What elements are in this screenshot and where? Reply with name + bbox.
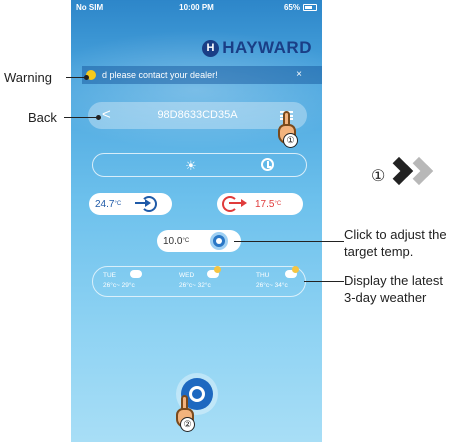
weather-annotation-line2: 3-day weather (344, 290, 427, 305)
inlet-temp-value: 24.7 (95, 198, 115, 210)
step-2-badge: ② (180, 417, 195, 432)
device-id: 98D8633CD35A (157, 109, 238, 121)
outlet-arrow-head (241, 199, 247, 207)
timer-icon[interactable] (261, 158, 274, 171)
close-warning-button[interactable]: × (296, 69, 302, 80)
inlet-temp-unit: °C (114, 201, 122, 207)
warning-banner[interactable]: d please contact your dealer! × (82, 66, 322, 84)
back-annotation: Back (28, 110, 57, 125)
warning-message: d please contact your dealer! (102, 70, 218, 80)
target-temp-value: 10.0 (163, 235, 183, 247)
back-leader-dot (96, 115, 101, 120)
step-1-badge: ① (283, 133, 298, 148)
next-step-number: ① (371, 168, 386, 185)
warning-annotation: Warning (4, 70, 52, 85)
weather-annotation-line1: Display the latest (344, 273, 443, 288)
target-temp-pill[interactable]: 10.0 °C (157, 230, 241, 252)
outlet-temp-pill: 17.5 °C (217, 193, 303, 215)
partly-sunny-icon (285, 266, 299, 278)
target-temp-knob-icon[interactable] (210, 232, 228, 250)
device-header: < 98D8633CD35A (88, 102, 307, 129)
warning-leader-dot (84, 75, 89, 80)
annotated-screenshot: No SIM 10:00 PM 65% H HAYWARD d please c… (0, 0, 476, 442)
target-temp-unit: °C (182, 238, 190, 244)
weather-leader-line (304, 281, 344, 282)
cloud-icon (130, 270, 142, 278)
battery-percent: 65% (283, 3, 300, 12)
adjust-leader-line (234, 241, 344, 242)
back-leader-line (64, 117, 98, 118)
brand-name: HAYWARD (222, 38, 312, 57)
warning-leader-line (66, 77, 86, 78)
weather-range: 26°c~ 32°c (179, 282, 211, 289)
inlet-temp-pill: 24.7 °C (89, 193, 172, 215)
status-bar: No SIM 10:00 PM 65% (71, 0, 322, 16)
weather-day-3: THU 26°c~ 34°c (256, 272, 288, 289)
battery-icon (303, 4, 317, 11)
partly-sunny-icon (207, 266, 221, 278)
outlet-temp-unit: °C (274, 201, 282, 207)
hayward-logo-icon: H (202, 39, 220, 57)
chevron-light-icon (404, 156, 434, 186)
weather-forecast: TUE 26°c~ 29°c WED 26°c~ 32°c THU 26°c~ … (92, 266, 306, 297)
weather-day-name: THU (256, 272, 270, 279)
weather-range: 26°c~ 34°c (256, 282, 288, 289)
weather-day-2: WED 26°c~ 32°c (179, 272, 211, 289)
sun-mode-icon[interactable]: ☀ (185, 158, 197, 174)
phone-screen: No SIM 10:00 PM 65% H HAYWARD d please c… (71, 0, 322, 442)
outlet-temp-value: 17.5 (255, 198, 275, 210)
outlet-arrow-icon (222, 196, 238, 212)
weather-day-name: WED (179, 272, 195, 279)
inlet-arrow-head (145, 199, 151, 207)
brand-logo: H HAYWARD (202, 38, 312, 58)
weather-range: 26°c~ 29°c (103, 282, 135, 289)
adjust-annotation-line1: Click to adjust the (344, 227, 447, 242)
mode-bar: ☀ (92, 153, 307, 177)
adjust-annotation-line2: target temp. (344, 244, 414, 259)
next-arrow-icon (384, 152, 439, 192)
